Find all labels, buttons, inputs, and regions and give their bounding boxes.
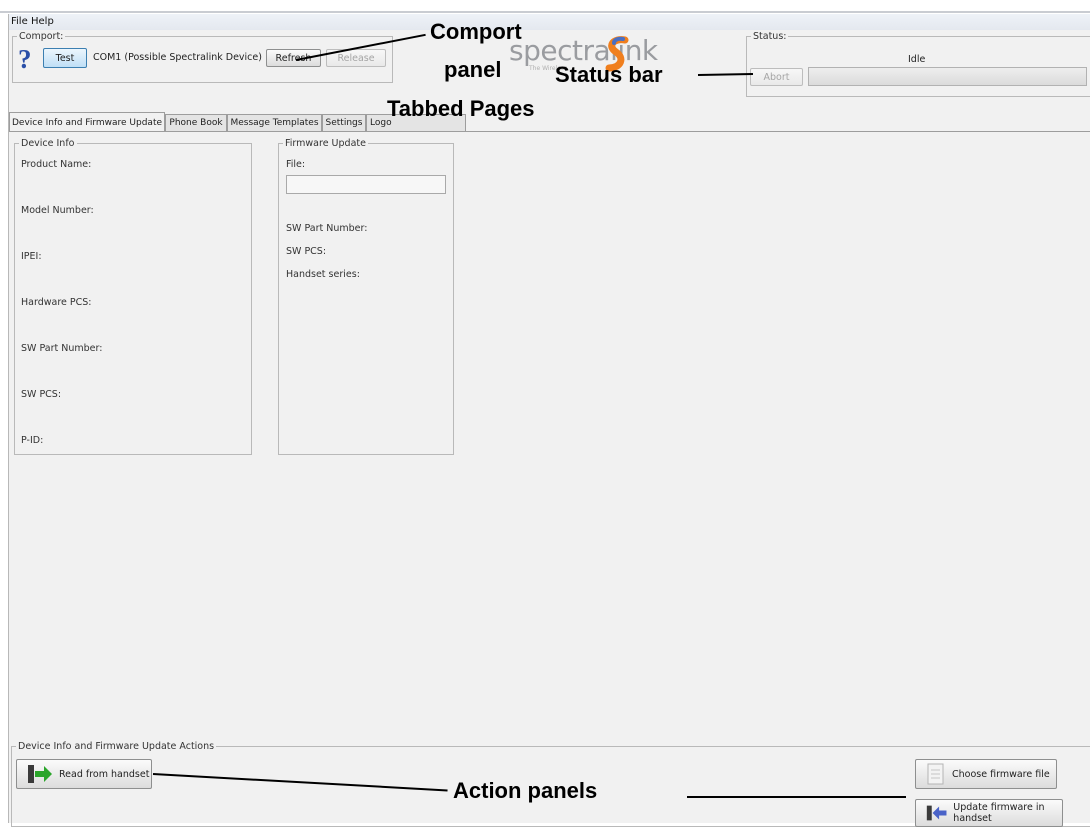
tab-message-templates[interactable]: Message Templates [227, 114, 322, 131]
help-icon[interactable]: ? [18, 44, 32, 75]
fw-sw-pcs-label: SW PCS: [286, 246, 327, 257]
read-from-handset-label: Read from handset [59, 768, 150, 780]
model-number-label: Model Number: [21, 205, 94, 216]
tab-content: Device Info Product Name: Model Number: … [9, 131, 1090, 751]
app-window: File Help Comport: ? Test COM1 (Possible… [8, 14, 1090, 827]
file-field[interactable] [286, 175, 446, 194]
firmware-update-legend: Firmware Update [285, 138, 366, 149]
status-value: Idle [908, 54, 926, 65]
abort-button[interactable]: Abort [750, 68, 803, 86]
hardware-pcs-label: Hardware PCS: [21, 297, 92, 308]
menu-help[interactable]: Help [31, 16, 54, 27]
comport-select[interactable]: COM1 (Possible Spectralink Device) ▼ [93, 52, 274, 63]
handset-series-label: Handset series: [286, 269, 360, 280]
tab-device-info[interactable]: Device Info and Firmware Update [9, 112, 165, 132]
test-button[interactable]: Test [43, 48, 87, 68]
comport-legend: Comport: [19, 31, 64, 42]
comport-select-value: COM1 (Possible Spectralink Device) [93, 52, 262, 63]
device-info-legend: Device Info [21, 138, 75, 149]
update-arrow-icon [926, 805, 947, 821]
document-icon [927, 763, 944, 785]
sw-part-number-label: SW Part Number: [21, 343, 103, 354]
annotation-tabbed-pages: Tabbed Pages [387, 96, 535, 121]
annotation-action-line-right [687, 796, 906, 798]
update-firmware-label: Update firmware in handset [953, 802, 1045, 824]
p-id-label: P-ID: [21, 435, 44, 446]
status-legend: Status: [753, 31, 787, 42]
annotation-status-bar: Status bar [555, 62, 663, 87]
file-label: File: [286, 159, 306, 170]
tab-phone-book[interactable]: Phone Book [165, 114, 227, 131]
fw-sw-part-number-label: SW Part Number: [286, 223, 368, 234]
sw-pcs-label: SW PCS: [21, 389, 62, 400]
window-top-border [0, 11, 1090, 13]
ipei-label: IPEI: [21, 251, 42, 262]
product-name-label: Product Name: [21, 159, 92, 170]
progress-bar [808, 67, 1087, 86]
annotation-comport: Comport [430, 19, 522, 44]
annotation-comport-panel: panel [444, 57, 502, 82]
choose-firmware-label: Choose firmware file [952, 768, 1050, 780]
menu-file[interactable]: File [11, 16, 28, 27]
tab-settings[interactable]: Settings [322, 114, 366, 131]
actions-legend: Device Info and Firmware Update Actions [18, 741, 215, 752]
menu-bar: File Help [9, 14, 1090, 30]
annotation-action-panels: Action panels [453, 778, 598, 803]
read-arrow-icon [28, 765, 52, 783]
read-from-handset-button[interactable]: Read from handset [16, 759, 152, 789]
choose-firmware-button[interactable]: Choose firmware file [915, 759, 1057, 789]
refresh-button[interactable]: Refresh [266, 49, 321, 67]
